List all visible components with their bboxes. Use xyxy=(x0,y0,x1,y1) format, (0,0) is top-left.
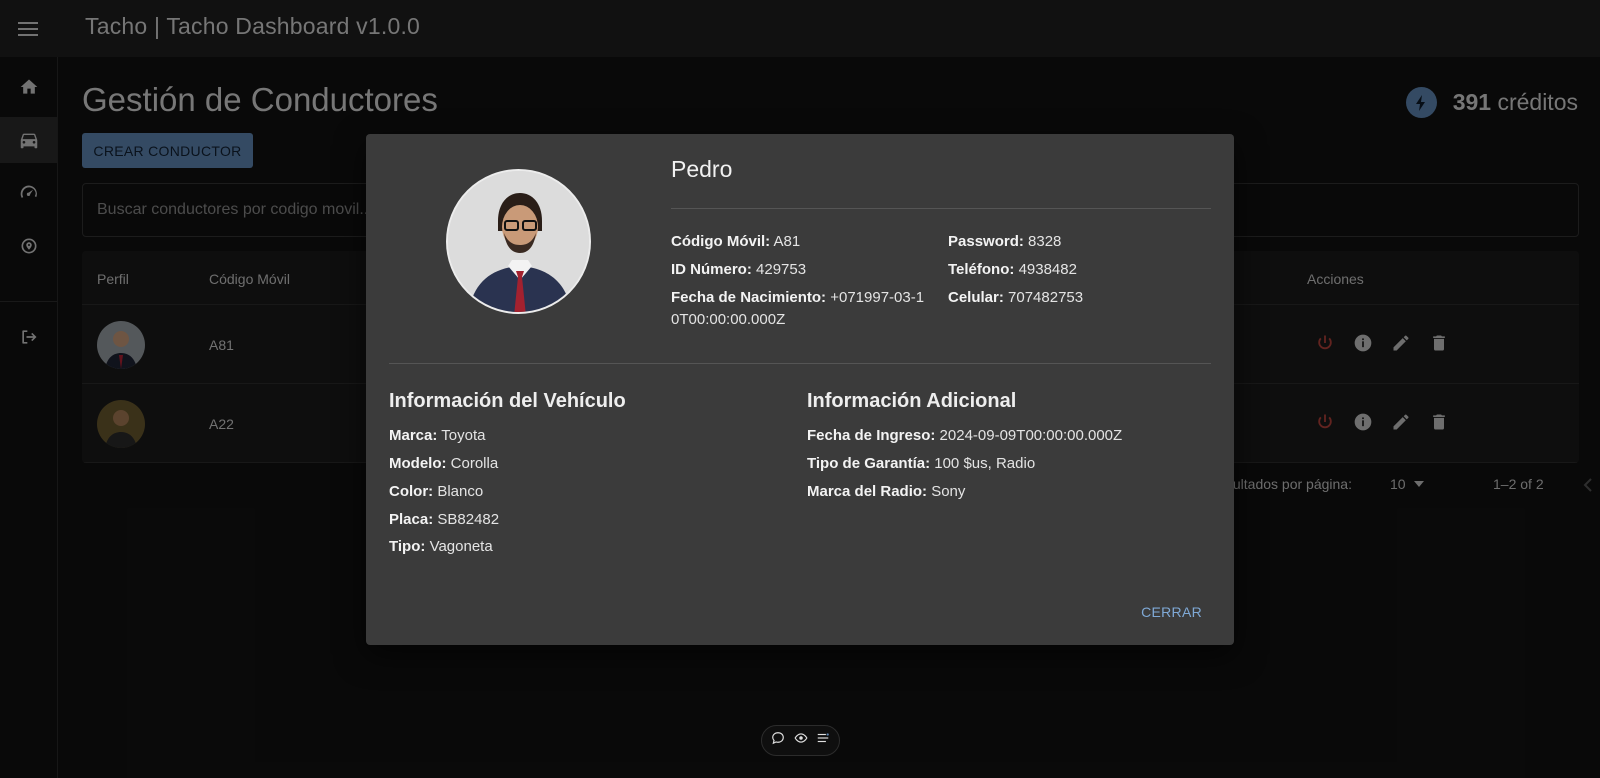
label-marca: Marca: xyxy=(389,427,438,444)
value-color: Blanco xyxy=(437,483,484,500)
label-telefono: Teléfono: xyxy=(948,261,1015,278)
field-garantia: Tipo de Garantía: 100 $us, Radio xyxy=(807,453,1035,475)
label-nacimiento: Fecha de Nacimiento: xyxy=(671,289,827,306)
field-placa: Placa: SB82482 xyxy=(389,509,499,531)
value-placa: SB82482 xyxy=(437,511,500,528)
value-password: 8328 xyxy=(1028,233,1062,250)
value-marca: Toyota xyxy=(441,427,486,444)
label-tipo: Tipo: xyxy=(389,538,426,555)
value-telefono: 4938482 xyxy=(1018,261,1077,278)
value-celular: 707482753 xyxy=(1008,289,1084,306)
label-celular: Celular: xyxy=(948,289,1004,306)
field-marca: Marca: Toyota xyxy=(389,425,485,447)
value-ingreso: 2024-09-09T00:00:00.000Z xyxy=(939,427,1123,444)
value-radio: Sony xyxy=(931,483,966,500)
close-button[interactable]: CERRAR xyxy=(1141,604,1202,620)
label-placa: Placa: xyxy=(389,511,434,528)
field-ingreso: Fecha de Ingreso: 2024-09-09T00:00:00.00… xyxy=(807,425,1122,447)
field-nacimiento: Fecha de Nacimiento: +071997-03-10T00:00… xyxy=(671,287,926,331)
floating-toolbar xyxy=(761,725,840,756)
field-color: Color: Blanco xyxy=(389,481,483,503)
label-ingreso: Fecha de Ingreso: xyxy=(807,427,936,444)
value-garantia: 100 $us, Radio xyxy=(934,455,1036,472)
label-garantia: Tipo de Garantía: xyxy=(807,455,931,472)
eye-icon[interactable] xyxy=(793,731,808,750)
divider xyxy=(389,363,1211,364)
vehicle-section-title: Información del Vehículo xyxy=(389,390,626,412)
value-codigo: A81 xyxy=(773,233,801,250)
label-password: Password: xyxy=(948,233,1024,250)
field-password: Password: 8328 xyxy=(948,231,1061,253)
label-modelo: Modelo: xyxy=(389,455,447,472)
field-modelo: Modelo: Corolla xyxy=(389,453,498,475)
field-radio: Marca del Radio: Sony xyxy=(807,481,965,503)
driver-photo xyxy=(446,169,591,314)
value-id: 429753 xyxy=(756,261,807,278)
label-id: ID Número: xyxy=(671,261,752,278)
driver-details-dialog: Pedro Código Móvil: A81 ID Número: 42975… xyxy=(366,134,1234,645)
value-tipo: Vagoneta xyxy=(429,538,493,555)
field-id: ID Número: 429753 xyxy=(671,259,806,281)
additional-section-title: Información Adicional xyxy=(807,390,1017,412)
chat-icon[interactable] xyxy=(771,731,785,750)
driver-name: Pedro xyxy=(671,156,733,182)
field-telefono: Teléfono: 4938482 xyxy=(948,259,1077,281)
label-codigo: Código Móvil: xyxy=(671,233,771,250)
label-color: Color: xyxy=(389,483,434,500)
field-tipo: Tipo: Vagoneta xyxy=(389,536,493,558)
value-modelo: Corolla xyxy=(450,455,499,472)
list-icon[interactable] xyxy=(816,731,830,750)
label-radio: Marca del Radio: xyxy=(807,483,928,500)
field-codigo: Código Móvil: A81 xyxy=(671,231,800,253)
divider xyxy=(671,208,1211,209)
field-celular: Celular: 707482753 xyxy=(948,287,1083,309)
